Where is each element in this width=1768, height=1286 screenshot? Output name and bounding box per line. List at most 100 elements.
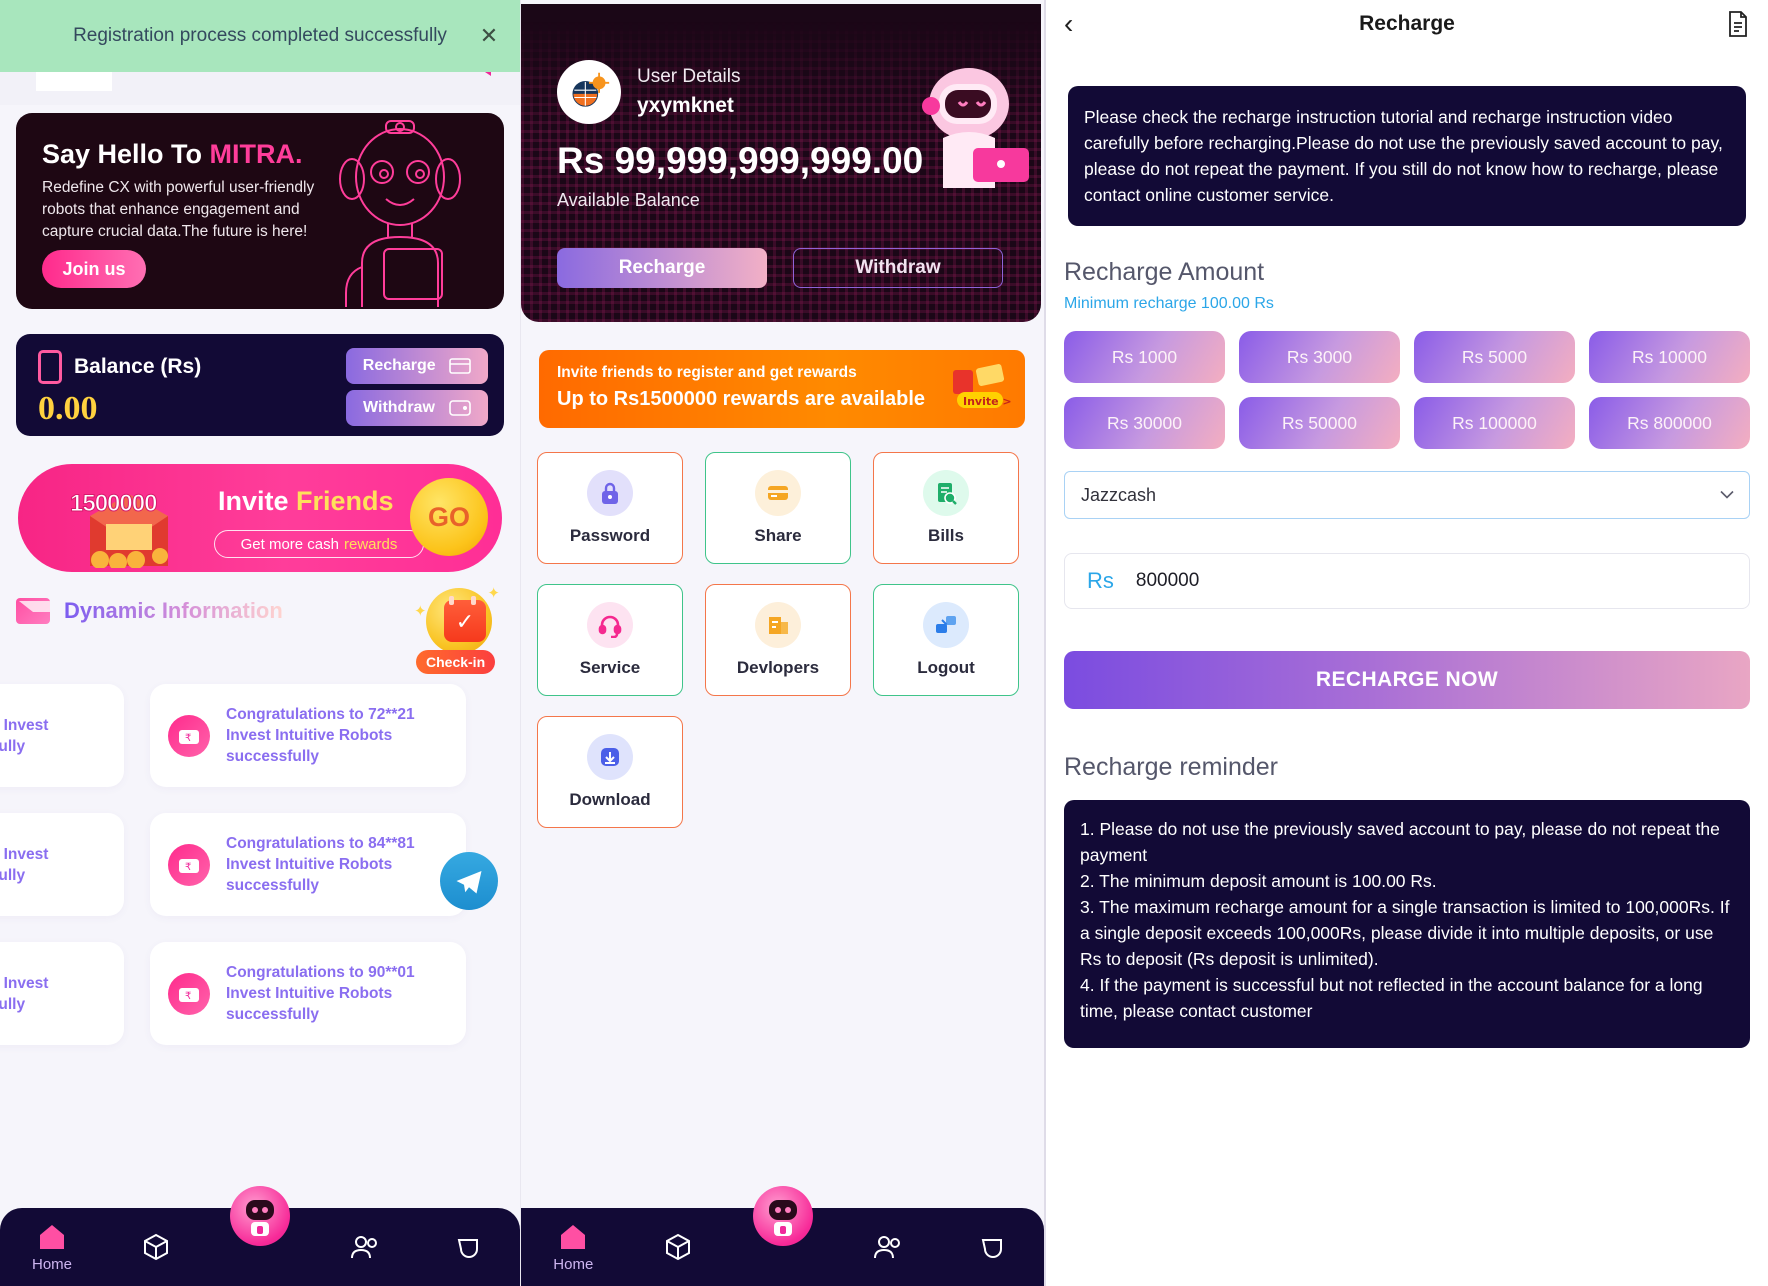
feed-text: Congratulations to 90**01 Invest Intuiti… [226, 964, 415, 1023]
robot-line-art-icon [339, 120, 461, 307]
tile-logout[interactable]: Logout [873, 584, 1019, 696]
sparkle-icon: ✦ [487, 585, 500, 602]
nav-item-chat[interactable] [416, 1232, 520, 1262]
tile-label: Download [569, 790, 651, 809]
list-item[interactable]: ₹ Congratulations to 90**01 Invest Intui… [150, 942, 466, 1045]
reminder-line: 4. If the payment is successful but not … [1080, 975, 1703, 1021]
tile-label: Password [569, 526, 651, 545]
page-title: Recharge [1359, 12, 1455, 35]
panel-home-left: The Web desgine by freelancer Awais Regi… [0, 0, 520, 1286]
amount-chip[interactable]: Rs 3000 [1239, 331, 1400, 383]
user-name: yxymknet [637, 94, 734, 117]
tile-label: Devlopers [736, 658, 820, 677]
users-icon [351, 1236, 377, 1259]
invite-sub-a: Get more cash [240, 535, 339, 553]
amount-input[interactable] [1135, 570, 1727, 592]
invite-promo-banner[interactable]: Invite friends to register and get rewar… [539, 350, 1025, 428]
invite-go-button[interactable]: GO [410, 478, 488, 556]
amount-input-field[interactable]: Rs [1064, 553, 1750, 609]
amount-chip[interactable]: Rs 5000 [1414, 331, 1575, 383]
phone-icon [38, 350, 62, 384]
dynamic-information-header: Dynamic Information [16, 598, 283, 624]
recharge-notice: Please check the recharge instruction tu… [1068, 86, 1746, 226]
balance-value: 0.00 [38, 390, 98, 427]
tile-label: Bills [928, 526, 964, 545]
telegram-icon[interactable] [440, 852, 498, 910]
recharge-reminder-box: 1. Please do not use the previously save… [1064, 800, 1750, 1048]
cube-icon [144, 1233, 168, 1261]
tile-devlopers[interactable]: Devlopers [705, 584, 851, 696]
invite-title: Invite Friends [218, 486, 394, 517]
amount-chip[interactable]: Rs 30000 [1064, 397, 1225, 449]
invite-sub-b: rewards [344, 535, 398, 553]
logout-icon [923, 602, 969, 648]
nav-item-team[interactable] [835, 1232, 940, 1262]
app-stage: The Web desgine by freelancer Awais Regi… [0, 0, 1768, 1286]
amount-chip[interactable]: Rs 1000 [1064, 331, 1225, 383]
list-item[interactable]: ₹ Congratulations to 84**81 Invest Intui… [150, 813, 466, 916]
home-icon [561, 1224, 586, 1249]
tile-label: Service [579, 658, 641, 677]
tile-download[interactable]: Download [537, 716, 683, 828]
nav-item-team[interactable] [312, 1232, 416, 1262]
svg-text:Invite >: Invite > [963, 395, 1011, 408]
sparkle-icon: ✦ [414, 603, 427, 620]
nav-item-products[interactable] [626, 1232, 731, 1262]
available-balance-label: Available Balance [557, 190, 700, 210]
amount-chip[interactable]: Rs 800000 [1589, 397, 1750, 449]
toast-message: Registration process completed successfu… [73, 25, 447, 46]
nav-item-products[interactable] [104, 1232, 208, 1262]
invite-title-a: Invite [218, 486, 297, 516]
recharge-button[interactable]: Recharge [346, 348, 488, 384]
reminder-line: 2. The minimum deposit amount is 100.00 … [1080, 871, 1437, 891]
balance-label: Balance (Rs) [74, 355, 202, 378]
wallet-icon: ₹ [168, 843, 210, 886]
recharge-header: ‹ Recharge [1046, 0, 1768, 48]
withdraw-button[interactable]: Withdraw [346, 390, 488, 426]
feed-text: *65 Invest ssfully [0, 716, 49, 755]
lock-icon [587, 470, 633, 516]
minimum-recharge-note: Minimum recharge 100.00 Rs [1064, 295, 1274, 312]
withdraw-button[interactable]: Withdraw [793, 248, 1003, 288]
amount-chip[interactable]: Rs 50000 [1239, 397, 1400, 449]
robot-avatar-icon[interactable] [752, 1186, 813, 1246]
tile-password[interactable]: Password [537, 452, 683, 564]
nav-item-home[interactable]: Home [0, 1222, 104, 1273]
cube-icon [665, 1233, 690, 1261]
tile-bills[interactable]: Bills [873, 452, 1019, 564]
invite-subtitle: Get more cash rewards [214, 530, 424, 558]
list-item[interactable]: ₹ Congratulations to 72**21 Invest Intui… [150, 684, 466, 787]
nav-item-home[interactable]: Home [521, 1222, 626, 1273]
checkin-widget[interactable]: ✦ ✦ Check-in [414, 585, 504, 674]
payment-method-select[interactable]: Jazzcash [1064, 471, 1750, 519]
recharge-button[interactable]: Recharge [557, 248, 767, 288]
tile-share[interactable]: Share [705, 452, 851, 564]
feed-text: *18 Invest ssfully [0, 974, 49, 1013]
invite-friends-banner[interactable]: 1500000 Invite Friends Get more cash rewa… [18, 464, 502, 572]
svg-text:₹: ₹ [185, 862, 191, 873]
wallet-out-icon [449, 400, 471, 416]
recharge-now-button[interactable]: RECHARGE NOW [1064, 651, 1750, 709]
list-item[interactable]: *25 Invest ssfully [0, 813, 124, 916]
tile-service[interactable]: Service [537, 584, 683, 696]
reminder-line: 3. The maximum recharge amount for a sin… [1080, 897, 1730, 969]
mitra-title-b: MITRA. [209, 139, 303, 169]
nav-item-chat[interactable] [939, 1232, 1044, 1262]
join-us-button[interactable]: Join us [42, 250, 146, 288]
feed-text: Congratulations to 72**21 Invest Intuiti… [226, 706, 415, 765]
amount-chip[interactable]: Rs 10000 [1589, 331, 1750, 383]
amount-chip-group: Rs 1000 Rs 3000 Rs 5000 Rs 10000 Rs 3000… [1064, 331, 1750, 449]
list-item[interactable]: *18 Invest ssfully [0, 942, 124, 1045]
headset-icon [587, 602, 633, 648]
robot-avatar-icon[interactable] [230, 1186, 290, 1246]
balance-card: Balance (Rs) 0.00 Recharge Withdraw [16, 334, 504, 436]
close-icon[interactable]: ✕ [476, 23, 502, 49]
download-icon [587, 734, 633, 780]
amount-chip[interactable]: Rs 100000 [1414, 397, 1575, 449]
avatar [557, 60, 621, 124]
feed-row: *25 Invest ssfully ₹ Congratulations to … [0, 813, 520, 916]
feed-text: Congratulations to 84**81 Invest Intuiti… [226, 835, 415, 894]
list-item[interactable]: *65 Invest ssfully [0, 684, 124, 787]
action-tile-grid: Password Share Bills Service Devlopers L… [537, 452, 1029, 828]
feed-row: *65 Invest ssfully ₹ Congratulations to … [0, 684, 520, 787]
